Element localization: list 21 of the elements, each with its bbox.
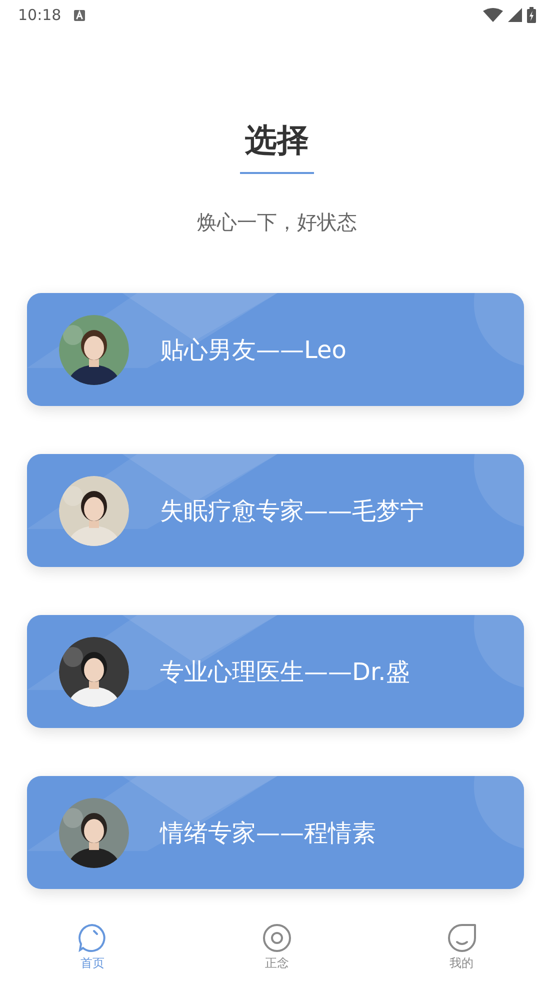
persona-card[interactable]: 失眠疗愈专家——毛梦宁 bbox=[27, 454, 524, 567]
persona-card[interactable]: 贴心男友——Leo bbox=[27, 293, 524, 406]
status-time: 10:18 bbox=[18, 6, 62, 24]
notification-icon bbox=[74, 10, 86, 20]
persona-card[interactable]: 情绪专家——程情素 bbox=[27, 776, 524, 889]
wifi-icon bbox=[483, 8, 503, 22]
persona-card[interactable]: 专业心理医生——Dr.盛 bbox=[27, 615, 524, 728]
subtitle: 焕心一下，好状态 bbox=[197, 209, 357, 236]
nav-tab[interactable]: 我的 bbox=[369, 922, 554, 978]
persona-name: 专业心理医生——Dr.盛 bbox=[160, 656, 410, 688]
circle-target-icon bbox=[262, 922, 292, 952]
persona-name: 贴心男友——Leo bbox=[160, 334, 346, 366]
battery-icon bbox=[527, 7, 536, 23]
persona-name: 失眠疗愈专家——毛梦宁 bbox=[160, 496, 424, 526]
persona-name: 情绪专家——程情素 bbox=[160, 818, 376, 848]
nav-tab[interactable]: 正念 bbox=[184, 922, 370, 978]
chat-bubble-icon bbox=[77, 922, 108, 952]
nav-tab[interactable]: 首页 bbox=[0, 922, 185, 978]
page-title: 选择 bbox=[245, 120, 309, 161]
smile-icon bbox=[446, 922, 477, 952]
signal-icon bbox=[508, 8, 522, 22]
